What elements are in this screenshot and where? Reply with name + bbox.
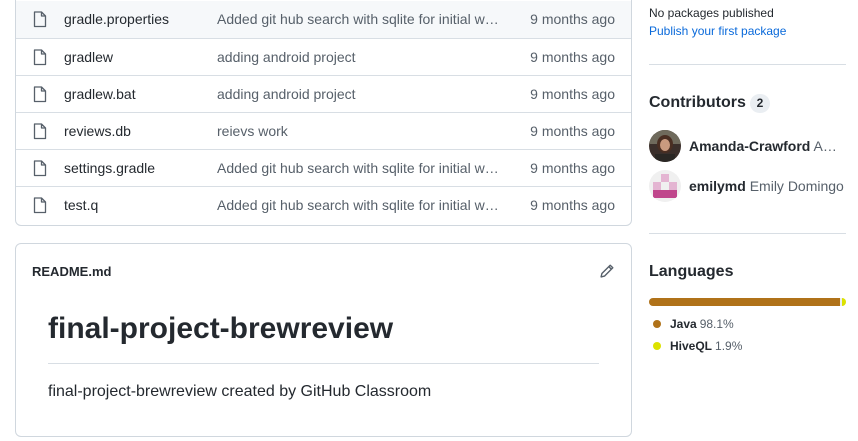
- commit-message[interactable]: adding android project: [217, 86, 503, 102]
- contributor-name: emilymd Emily Domingo: [689, 178, 844, 194]
- commit-age: 9 months ago: [530, 49, 615, 65]
- commit-age: 9 months ago: [530, 123, 615, 139]
- file-name[interactable]: gradle.properties: [64, 11, 169, 27]
- file-name[interactable]: reviews.db: [64, 123, 131, 139]
- commit-message[interactable]: reievs work: [217, 123, 503, 139]
- contributors-count-badge: 2: [750, 94, 770, 113]
- readme-heading: final-project-brewreview: [48, 312, 394, 345]
- sidebar-divider: [649, 233, 846, 234]
- file-name[interactable]: test.q: [64, 197, 98, 213]
- readme-filename[interactable]: README.md: [32, 264, 111, 279]
- commit-age: 9 months ago: [530, 197, 615, 213]
- file-icon: [33, 123, 47, 140]
- file-icon: [33, 49, 47, 66]
- file-name[interactable]: gradlew.bat: [64, 86, 136, 102]
- commit-message[interactable]: Added git hub search with sqlite for ini…: [217, 160, 503, 176]
- file-icon: [33, 86, 47, 103]
- language-bar-segment: [842, 298, 846, 306]
- file-row[interactable]: reviews.db reievs work 9 months ago: [16, 112, 631, 149]
- contributor-name: Amanda-Crawford Amanda Crawford: [689, 138, 847, 154]
- readme-body: final-project-brewreview created by GitH…: [48, 383, 432, 400]
- language-item[interactable]: HiveQL 1.9%: [653, 339, 742, 353]
- file-row[interactable]: gradlew adding android project 9 months …: [16, 38, 631, 75]
- pencil-icon[interactable]: [599, 263, 615, 279]
- commit-message[interactable]: adding android project: [217, 49, 503, 65]
- language-percent: 1.9%: [715, 339, 743, 353]
- language-item[interactable]: Java 98.1%: [653, 317, 734, 331]
- packages-empty-text: No packages published: [649, 6, 774, 20]
- language-percent: 98.1%: [699, 317, 734, 331]
- file-row[interactable]: gradle.properties Added git hub search w…: [16, 1, 631, 38]
- contributor-item[interactable]: Amanda-Crawford Amanda Crawford: [649, 130, 849, 162]
- file-list: gradle.properties Added git hub search w…: [15, 0, 632, 226]
- commit-message[interactable]: Added git hub search with sqlite for ini…: [217, 11, 503, 27]
- file-icon: [33, 197, 47, 214]
- heading-divider: [48, 363, 599, 364]
- file-name[interactable]: settings.gradle: [64, 160, 155, 176]
- language-bar-segment: [649, 298, 841, 306]
- language-color-dot: [653, 342, 661, 350]
- file-icon: [33, 11, 47, 28]
- file-row[interactable]: gradlew.bat adding android project 9 mon…: [16, 75, 631, 112]
- language-name: Java: [670, 317, 697, 331]
- language-name: HiveQL: [670, 339, 713, 353]
- file-row[interactable]: test.q Added git hub search with sqlite …: [16, 186, 631, 223]
- readme-panel: README.md final-project-brewreview final…: [15, 243, 632, 437]
- avatar[interactable]: [649, 170, 681, 202]
- avatar[interactable]: [649, 130, 681, 162]
- file-name[interactable]: gradlew: [64, 49, 113, 65]
- commit-age: 9 months ago: [530, 86, 615, 102]
- language-color-dot: [653, 320, 661, 328]
- languages-title: Languages: [649, 263, 734, 280]
- commit-age: 9 months ago: [530, 11, 615, 27]
- language-bar: [649, 298, 846, 306]
- commit-age: 9 months ago: [530, 160, 615, 176]
- file-icon: [33, 160, 47, 177]
- commit-message[interactable]: Added git hub search with sqlite for ini…: [217, 197, 503, 213]
- sidebar-divider: [649, 64, 846, 65]
- contributor-item[interactable]: emilymd Emily Domingo: [649, 170, 849, 202]
- publish-package-link[interactable]: Publish your first package: [649, 24, 786, 38]
- contributors-title[interactable]: Contributors: [649, 94, 746, 112]
- file-row[interactable]: settings.gradle Added git hub search wit…: [16, 149, 631, 186]
